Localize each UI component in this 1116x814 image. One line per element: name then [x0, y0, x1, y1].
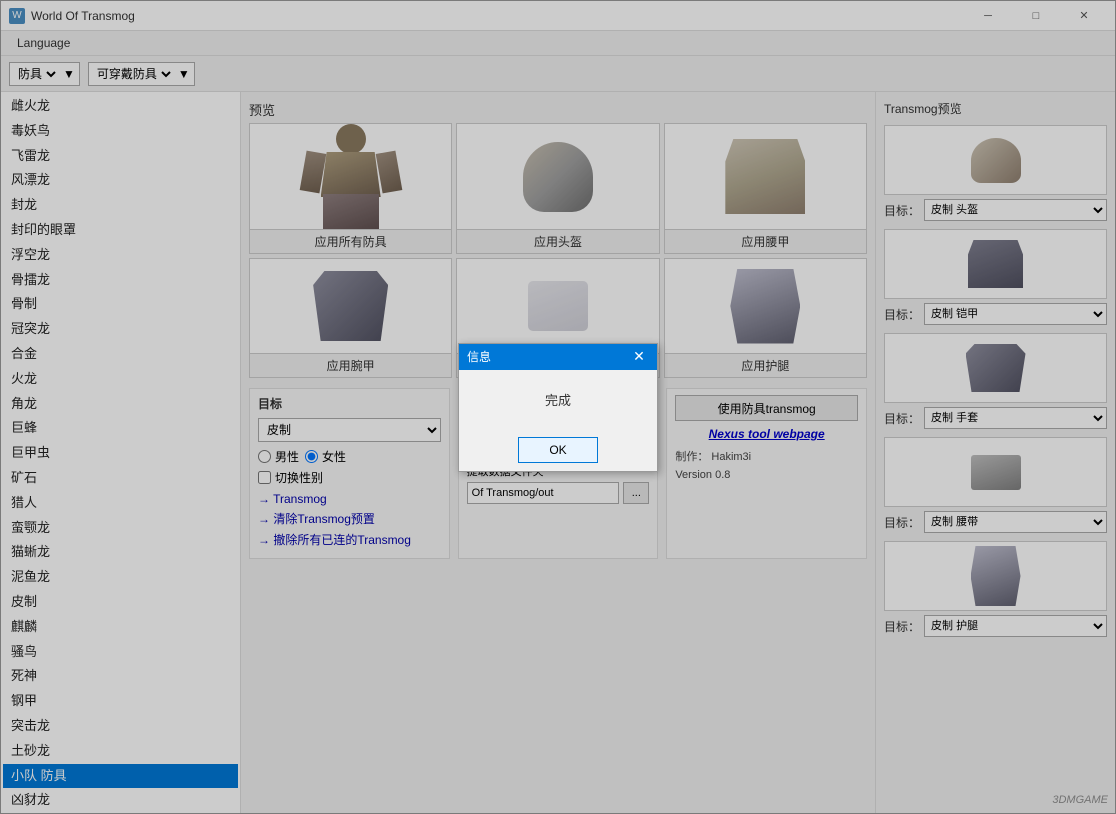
modal-close-btn[interactable]: ✕ [629, 347, 649, 367]
modal-body: 完成 [459, 370, 657, 429]
modal-titlebar: 信息 ✕ [459, 344, 657, 370]
modal-box: 信息 ✕ 完成 OK [458, 343, 658, 472]
modal-message: 完成 [545, 393, 571, 408]
modal-footer: OK [459, 429, 657, 471]
modal-title: 信息 [467, 348, 491, 365]
modal-ok-btn[interactable]: OK [518, 437, 598, 463]
modal-overlay[interactable]: 信息 ✕ 完成 OK [0, 0, 1116, 814]
